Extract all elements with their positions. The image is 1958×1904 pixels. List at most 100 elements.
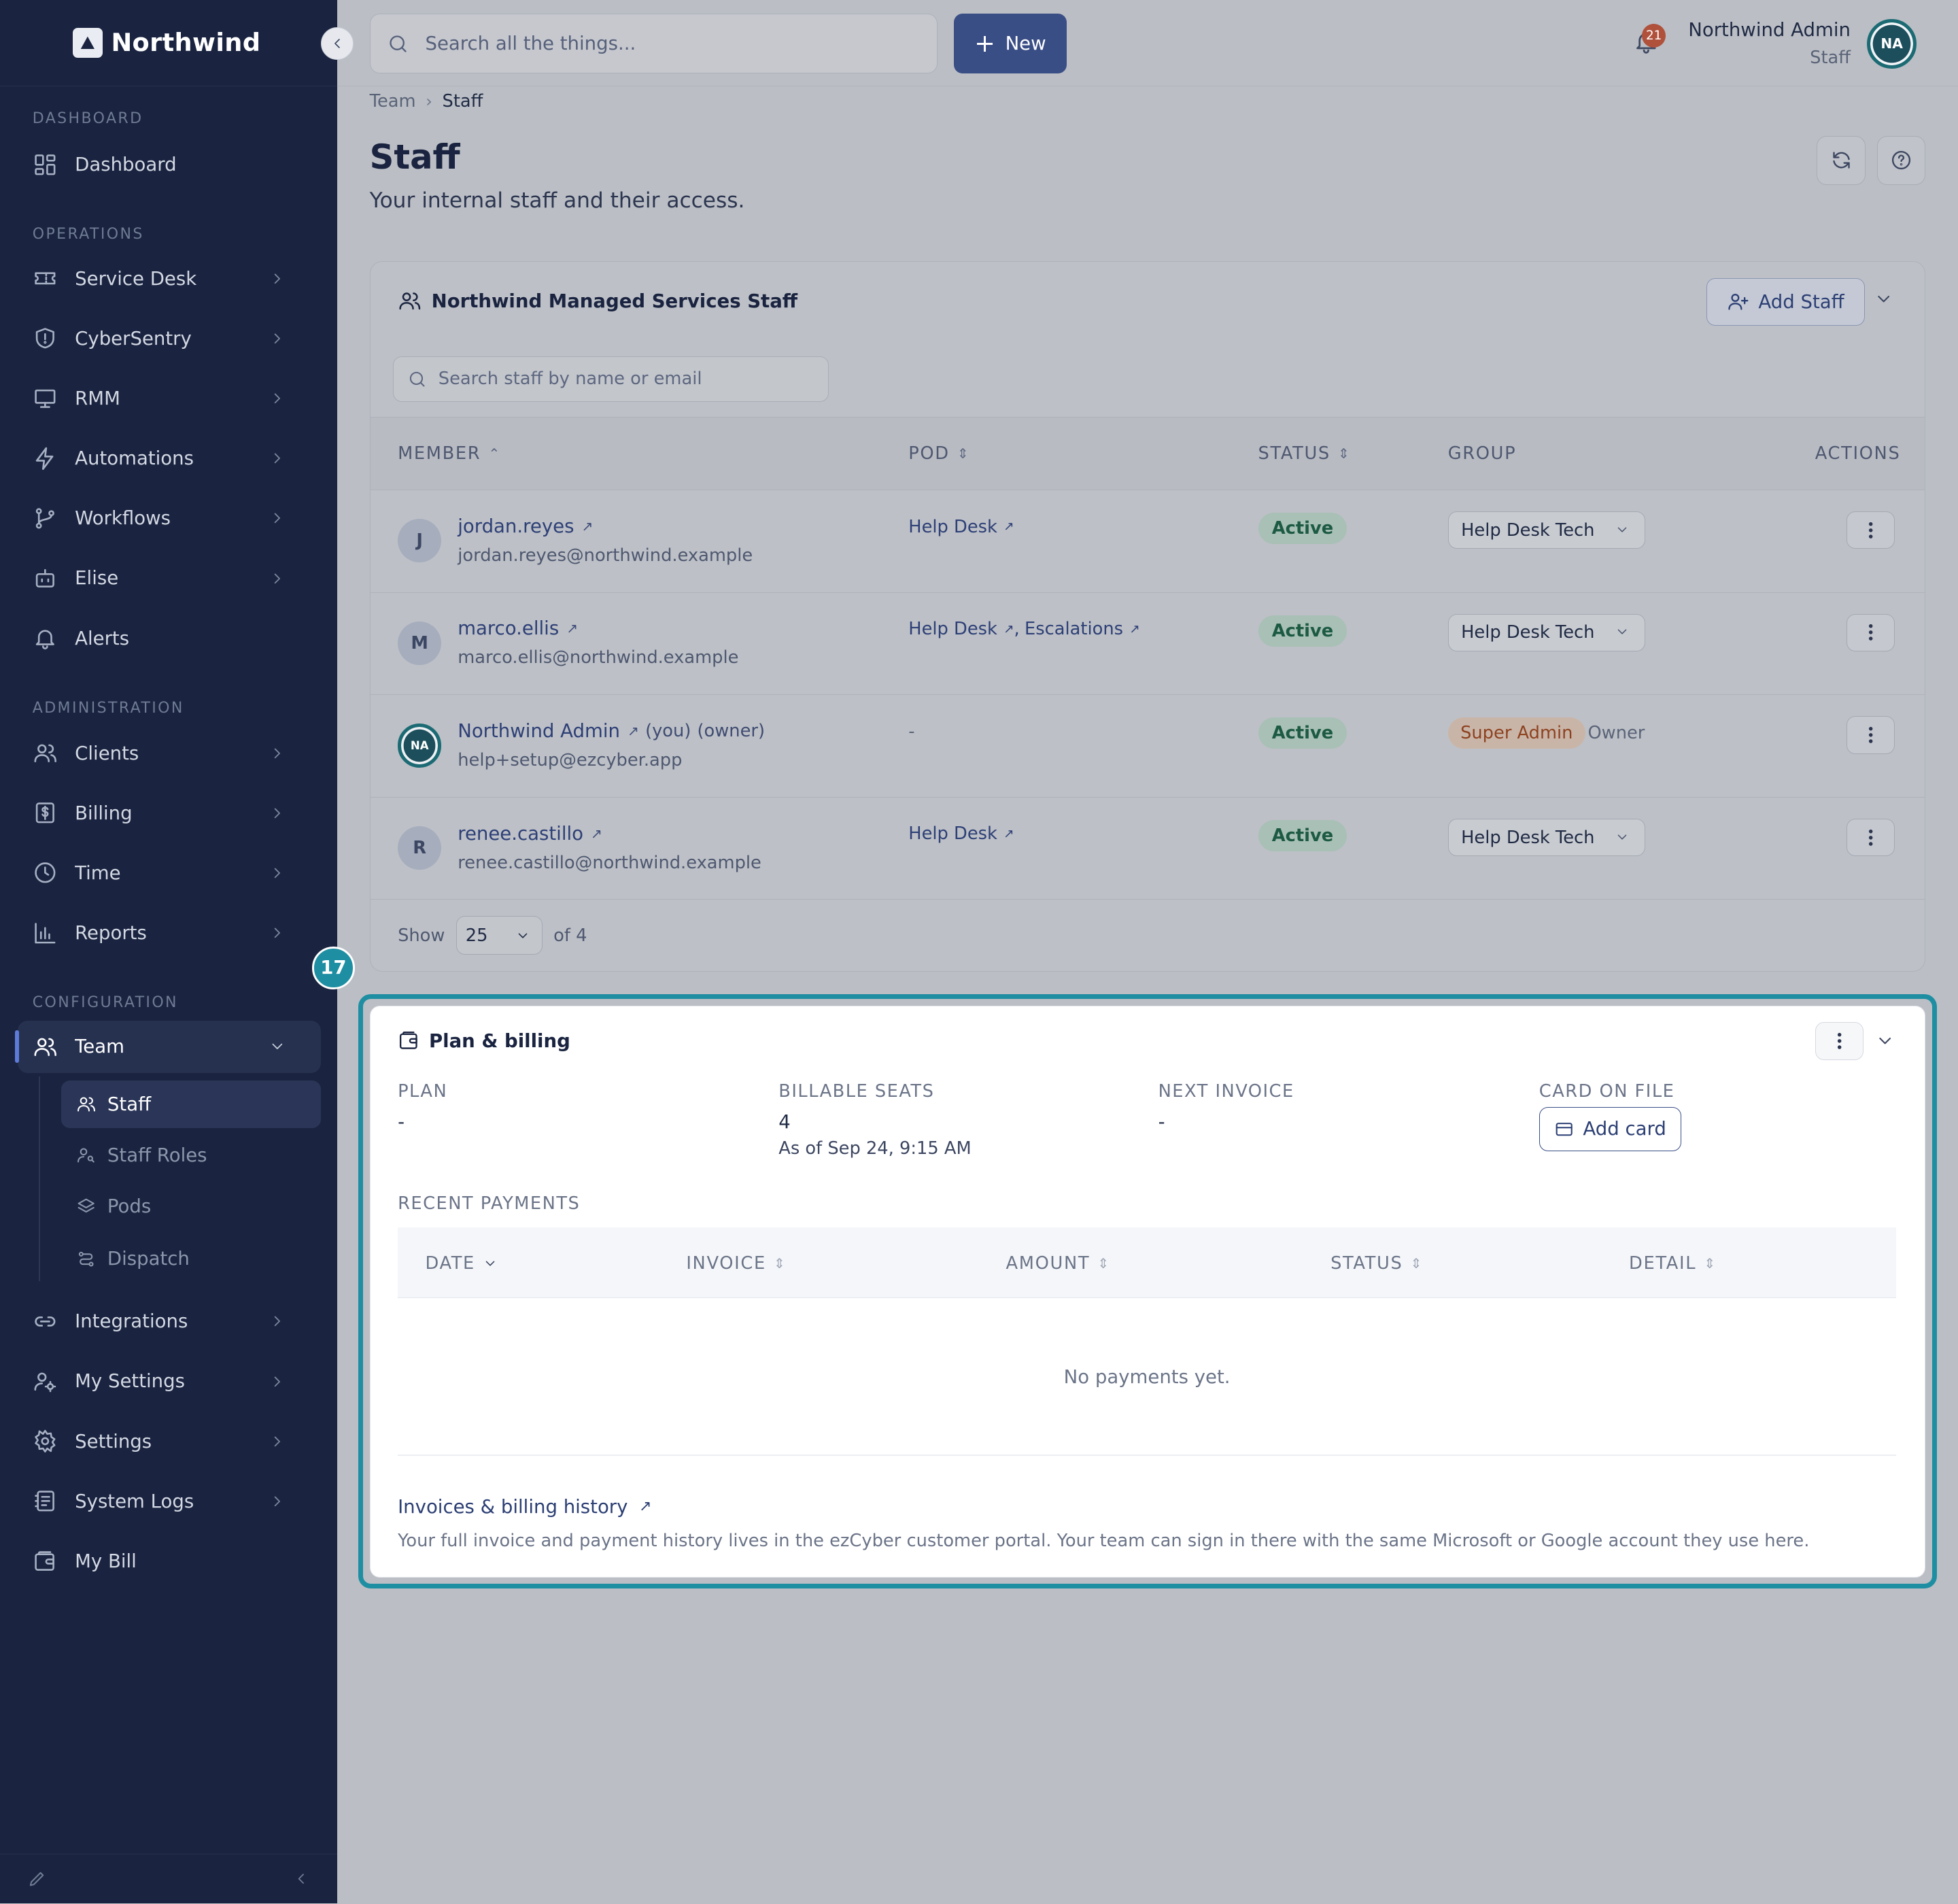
- add-staff-button[interactable]: Add Staff: [1706, 277, 1866, 326]
- row-actions-button[interactable]: [1846, 511, 1895, 549]
- users-icon: [34, 744, 56, 763]
- member-name-link[interactable]: marco.ellis ↗: [458, 617, 578, 639]
- chevron-down-icon[interactable]: [1875, 1031, 1895, 1051]
- sidebar-item-settings[interactable]: Settings: [18, 1415, 321, 1467]
- more-vertical-icon: [1868, 522, 1873, 539]
- row-actions-button[interactable]: [1846, 819, 1895, 857]
- sidebar-subitem-pods[interactable]: Pods: [61, 1183, 321, 1230]
- breadcrumb-team[interactable]: Team: [370, 91, 416, 112]
- brand[interactable]: Northwind: [0, 0, 337, 86]
- sidebar-item-my-settings[interactable]: My Settings: [18, 1355, 321, 1408]
- sidebar-item-reports[interactable]: Reports: [18, 906, 321, 959]
- add-card-button[interactable]: Add card: [1539, 1107, 1682, 1151]
- page-title: Staff: [369, 137, 460, 177]
- next-invoice-value: -: [1158, 1110, 1165, 1133]
- column-status[interactable]: STATUS ⇕: [1258, 443, 1351, 464]
- member-name-link[interactable]: Northwind Admin ↗ (you) (owner): [458, 720, 765, 742]
- help-button[interactable]: [1876, 136, 1926, 185]
- user-name[interactable]: Northwind Admin: [1688, 19, 1851, 41]
- column-amount[interactable]: AMOUNT ⇕: [1006, 1253, 1110, 1274]
- pod-link[interactable]: Help Desk ↗: [908, 823, 1014, 844]
- pencil-icon[interactable]: [27, 1869, 47, 1888]
- route-icon: [78, 1251, 94, 1267]
- column-member[interactable]: MEMBER ⌃: [398, 443, 501, 464]
- sidebar-subitem-staff-roles[interactable]: Staff Roles: [61, 1132, 321, 1179]
- avatar[interactable]: NA: [1866, 18, 1917, 69]
- sidebar-subitem-dispatch[interactable]: Dispatch: [61, 1235, 321, 1282]
- group-select[interactable]: Help Desk Tech: [1447, 613, 1645, 651]
- sidebar-item-alerts[interactable]: Alerts: [18, 612, 321, 664]
- chevron-right-icon: [274, 1376, 280, 1387]
- bar-chart-icon: [35, 922, 56, 944]
- users-icon: [78, 1097, 95, 1112]
- add-staff-label: Add Staff: [1758, 290, 1844, 313]
- status-badge: Active: [1258, 819, 1347, 851]
- super-admin-badge: Super Admin: [1447, 717, 1585, 749]
- column-invoice[interactable]: INVOICE ⇕: [686, 1253, 786, 1274]
- sidebar-collapse-button[interactable]: [321, 27, 354, 61]
- pod-empty: -: [908, 721, 914, 742]
- member-name-link[interactable]: jordan.reyes ↗: [458, 515, 593, 537]
- member-name-link[interactable]: renee.castillo ↗: [458, 823, 602, 845]
- sidebar: Northwind DASHBOARD Dashboard OPERATIONS…: [0, 0, 337, 1904]
- row-actions-button[interactable]: [1846, 716, 1895, 754]
- search-icon: [409, 371, 425, 387]
- section-configuration: CONFIGURATION: [32, 994, 178, 1011]
- chevron-down-icon: [1617, 527, 1627, 532]
- sidebar-item-cybersentry[interactable]: CyberSentry: [18, 312, 321, 364]
- sidebar-item-my-bill[interactable]: My Bill: [18, 1535, 321, 1587]
- status-badge: Active: [1258, 717, 1347, 749]
- billing-history-link[interactable]: Invoices & billing history ↗: [398, 1496, 651, 1518]
- pod-name[interactable]: Escalations: [1025, 619, 1123, 639]
- column-detail[interactable]: DETAIL ⇕: [1629, 1253, 1717, 1274]
- sidebar-item-workflows[interactable]: Workflows: [18, 492, 321, 545]
- staff-search-input[interactable]: Search staff by name or email: [392, 356, 829, 402]
- avatar: J: [398, 519, 442, 563]
- sidebar-item-elise[interactable]: Elise: [18, 552, 321, 605]
- sidebar-item-rmm[interactable]: RMM: [18, 372, 321, 424]
- column-date[interactable]: DATE: [425, 1253, 498, 1274]
- row-actions-button[interactable]: [1846, 613, 1895, 651]
- sidebar-subitem-label: Pods: [107, 1195, 152, 1218]
- billable-seats-label: BILLABLE SEATS: [778, 1081, 935, 1102]
- sidebar-item-team[interactable]: Team: [15, 1020, 322, 1073]
- group-select[interactable]: Help Desk Tech: [1447, 819, 1645, 857]
- more-vertical-icon: [1837, 1033, 1842, 1049]
- chevron-down-icon: [518, 933, 528, 938]
- page-size-select[interactable]: 25: [456, 916, 543, 955]
- sidebar-item-time[interactable]: Time: [18, 847, 321, 899]
- column-payment-status[interactable]: STATUS ⇕: [1330, 1253, 1423, 1274]
- billable-seats-value: 4: [778, 1110, 791, 1133]
- sidebar-item-integrations[interactable]: Integrations: [18, 1295, 321, 1348]
- group-select[interactable]: Help Desk Tech: [1447, 511, 1645, 549]
- table-row: J jordan.reyes ↗ jordan.reyes@northwind.…: [370, 490, 1925, 593]
- refresh-button[interactable]: [1817, 136, 1866, 185]
- sidebar-item-clients[interactable]: Clients: [18, 727, 321, 779]
- sidebar-item-system-logs[interactable]: System Logs: [18, 1475, 321, 1527]
- chevron-down-icon[interactable]: [1874, 289, 1893, 309]
- pod-name[interactable]: Help Desk: [908, 619, 997, 639]
- card-on-file-label: CARD ON FILE: [1539, 1081, 1675, 1102]
- global-search-input[interactable]: Search all the things...: [369, 14, 938, 74]
- sidebar-item-dashboard[interactable]: Dashboard: [18, 139, 321, 191]
- notification-badge: 21: [1642, 23, 1666, 48]
- owner-label: Owner: [1587, 722, 1645, 743]
- brand-name: Northwind: [111, 28, 261, 58]
- wallet-icon: [35, 1550, 54, 1571]
- sidebar-subitem-staff[interactable]: Staff: [61, 1080, 322, 1128]
- sidebar-item-service-desk[interactable]: Service Desk: [18, 252, 321, 305]
- next-invoice-label: NEXT INVOICE: [1158, 1081, 1294, 1102]
- chevron-down-icon: [1617, 629, 1627, 635]
- sidebar-item-automations[interactable]: Automations: [18, 432, 321, 484]
- sidebar-item-billing[interactable]: Billing: [18, 787, 321, 839]
- new-button[interactable]: + New: [954, 14, 1067, 74]
- chevron-right-icon: [274, 513, 280, 524]
- sort-icon: ⇕: [1704, 1255, 1717, 1272]
- avatar: NA: [398, 724, 442, 768]
- staff-card-title: Northwind Managed Services Staff: [398, 289, 797, 313]
- billing-actions-button[interactable]: [1815, 1022, 1864, 1060]
- chevron-left-icon[interactable]: [292, 1870, 310, 1888]
- external-link-icon: ↗: [581, 517, 594, 534]
- pod-link[interactable]: Help Desk ↗: [908, 517, 1014, 537]
- column-pod[interactable]: POD ⇕: [908, 443, 969, 464]
